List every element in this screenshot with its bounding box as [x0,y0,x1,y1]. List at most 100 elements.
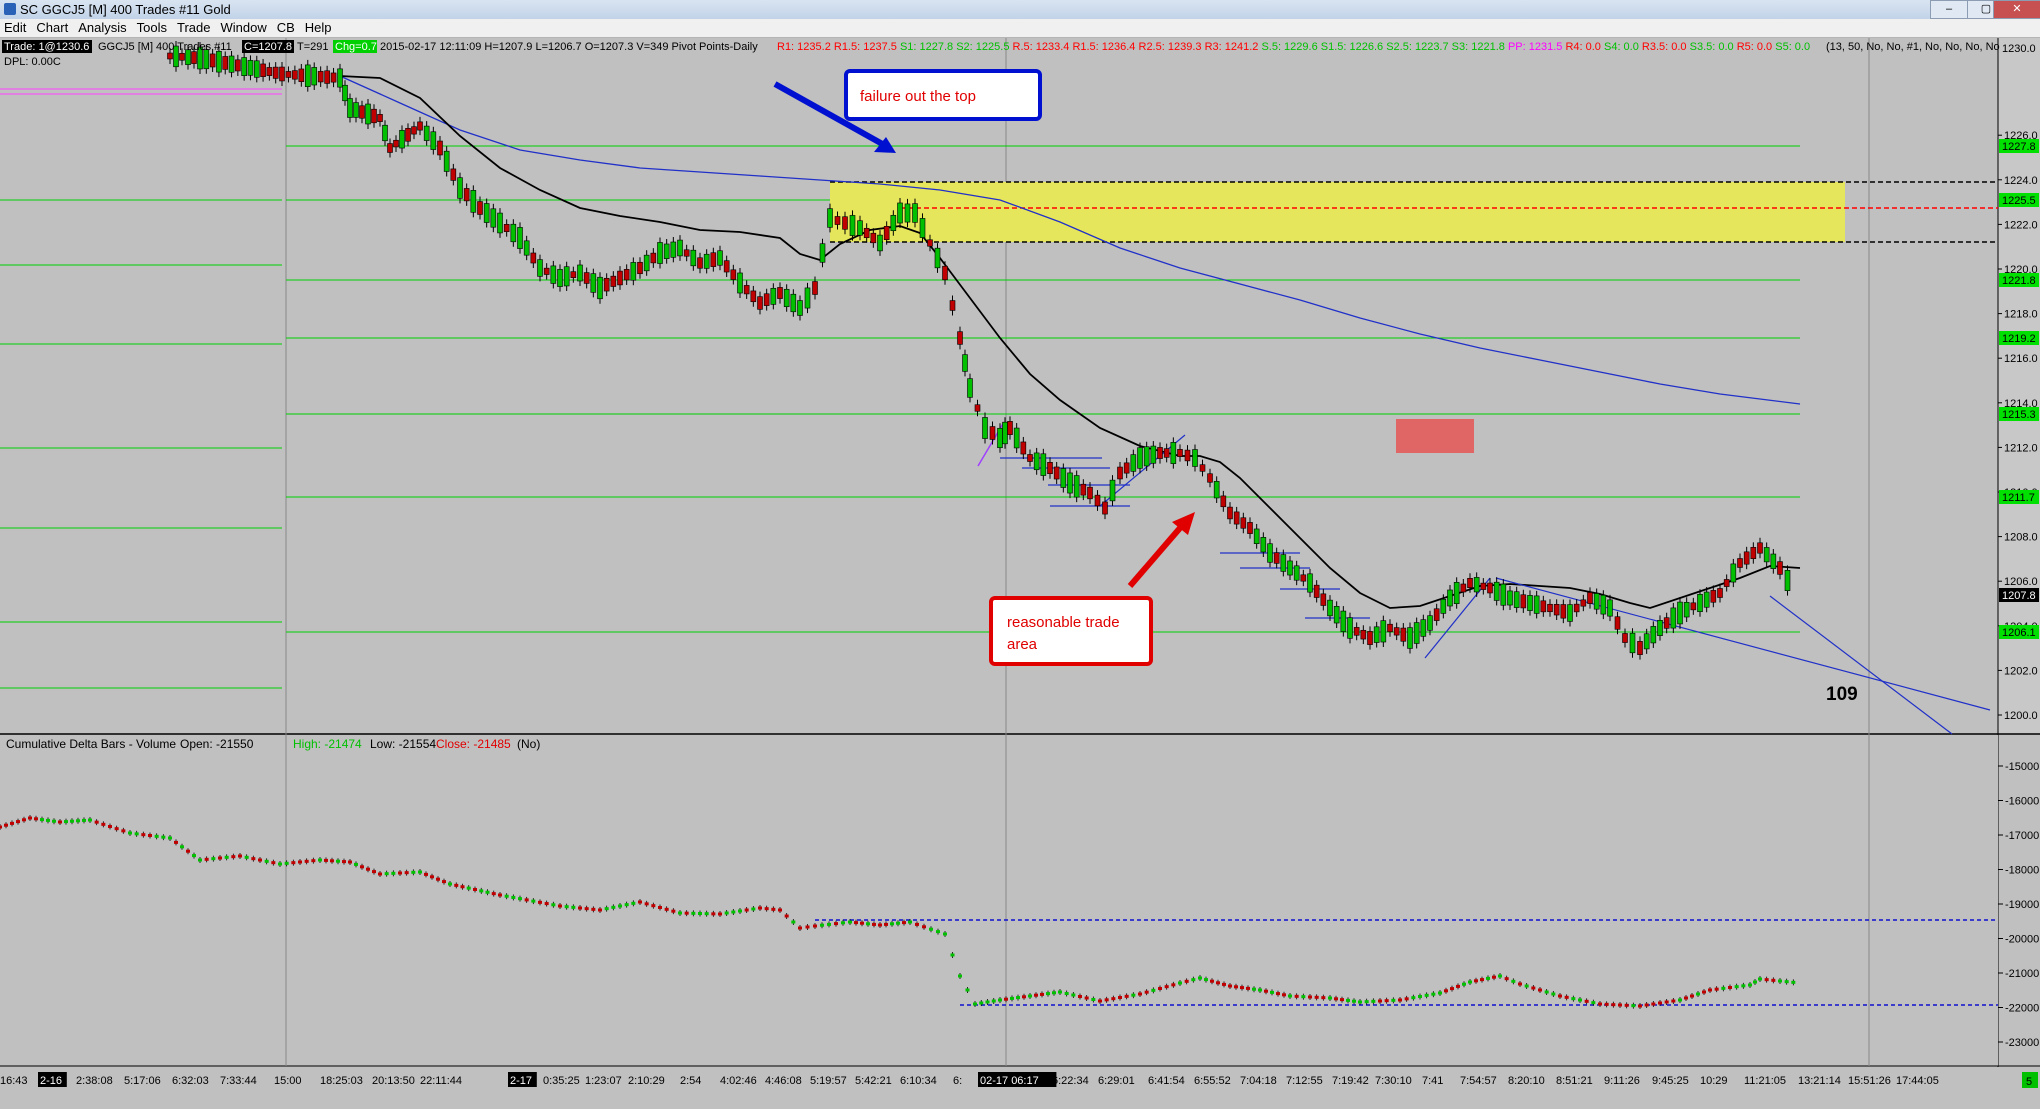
candle [1683,602,1690,618]
delta-bar [1016,996,1020,1000]
menu-bar: Edit Chart Analysis Tools Trade Window CB Help [0,19,2040,38]
delta-bar [1690,994,1694,998]
delta-bar [1078,995,1082,998]
delta-bar [751,907,756,911]
time-label: 15:51:26 [1848,1075,1891,1087]
delta-bar [1378,999,1382,1003]
candle [1020,441,1027,455]
candle [834,216,841,225]
candle [1493,581,1500,601]
delta-bar [1631,1004,1636,1008]
delta-bar [1638,1004,1642,1008]
delta-bar [448,882,452,886]
pivot-value: R4: 0.0 [1565,41,1604,53]
delta-bar [1184,979,1189,983]
delta-bar [1511,979,1516,983]
menu-edit[interactable]: Edit [0,19,32,37]
delta-bar [1071,993,1076,997]
menu-cb[interactable]: CB [273,19,301,37]
minimize-button[interactable]: – [1930,0,1968,19]
candle [934,247,941,269]
delta-bar [1624,1003,1629,1007]
delta-bar [1022,995,1026,999]
menu-window[interactable]: Window [216,19,272,37]
candle [797,300,803,316]
delta-bar [1028,994,1032,998]
delta-bar [404,871,409,875]
candle [517,227,523,249]
delta-bar [998,998,1002,1002]
candle [804,287,811,309]
delta-bar [1216,981,1220,985]
candle [253,60,260,78]
delta-bar [744,908,749,912]
candle [463,188,470,202]
time-label: 5:19:57 [810,1075,847,1087]
target-box [1396,419,1474,453]
candle [967,378,973,398]
delta-bar [1091,998,1096,1001]
delta-bar [991,999,996,1003]
delta-bar [798,926,802,930]
price-tick: 1202.0 [2004,665,2038,677]
delta-bar [1778,979,1782,983]
delta-bar [192,854,196,858]
candle [1473,577,1480,593]
candle [670,241,677,258]
time-label: 8:20:10 [1508,1075,1545,1087]
pivot-value: R3.5: 0.0 [1642,41,1690,53]
delta-bar [460,885,465,889]
menu-help[interactable]: Help [301,19,338,37]
delta-bar [141,833,146,837]
delta-bar [1340,998,1344,1002]
candle [179,53,185,61]
delta-bar [384,872,389,876]
menu-tools[interactable]: Tools [133,19,173,37]
candle [317,71,324,83]
delta-tick: -18000 [2005,865,2039,877]
candle [927,239,933,247]
delta-bar [278,862,282,866]
delta-bar [1598,1002,1602,1006]
candle [1460,583,1467,593]
candle [697,257,703,269]
candle [1763,547,1770,563]
menu-analysis[interactable]: Analysis [74,19,132,37]
window-title-bar: SC GGCJ5 [M] 400 Trades #11 Gold – ▢ ✕ [0,0,2040,20]
close-button[interactable]: ✕ [1993,0,2040,19]
candle [617,270,623,286]
delta-bar [1124,994,1129,998]
menu-trade[interactable]: Trade [173,19,216,37]
delta-bar [430,875,434,879]
candle [423,125,430,141]
candle [1267,543,1273,563]
candle [1313,584,1320,598]
delta-bar [1364,1000,1369,1004]
candle [743,285,750,295]
price-badge-label: 1207.8 [2002,590,2036,602]
delta-bar [1504,977,1509,981]
delta-bar [52,819,56,823]
candle [1622,633,1628,643]
candle [1192,449,1198,467]
candle [1580,599,1587,607]
delta-bar [366,867,370,871]
time-label: 4:46:08 [765,1075,802,1087]
candle [377,114,383,122]
candle [1400,627,1407,642]
delta-bar [820,923,824,927]
candle [650,252,657,264]
chart-area[interactable]: failure out the top reasonable trade are… [0,38,2040,1092]
delta-panel[interactable] [0,735,1998,1066]
candle [285,71,292,78]
pivot-values: R1: 1235.2 R1.5: 1237.5 S1: 1227.8 S2: 1… [777,41,1810,53]
menu-chart[interactable]: Chart [32,19,74,37]
time-label: 7:19:42 [1332,1075,1369,1087]
price-tick: 1216.0 [2004,353,2038,365]
delta-bar [1411,996,1416,1000]
delta-bar [1058,990,1062,994]
window-title: SC GGCJ5 [M] 400 Trades #11 Gold [20,2,231,17]
candle [790,293,797,313]
candle [1500,583,1507,606]
delta-bar [1282,993,1286,997]
